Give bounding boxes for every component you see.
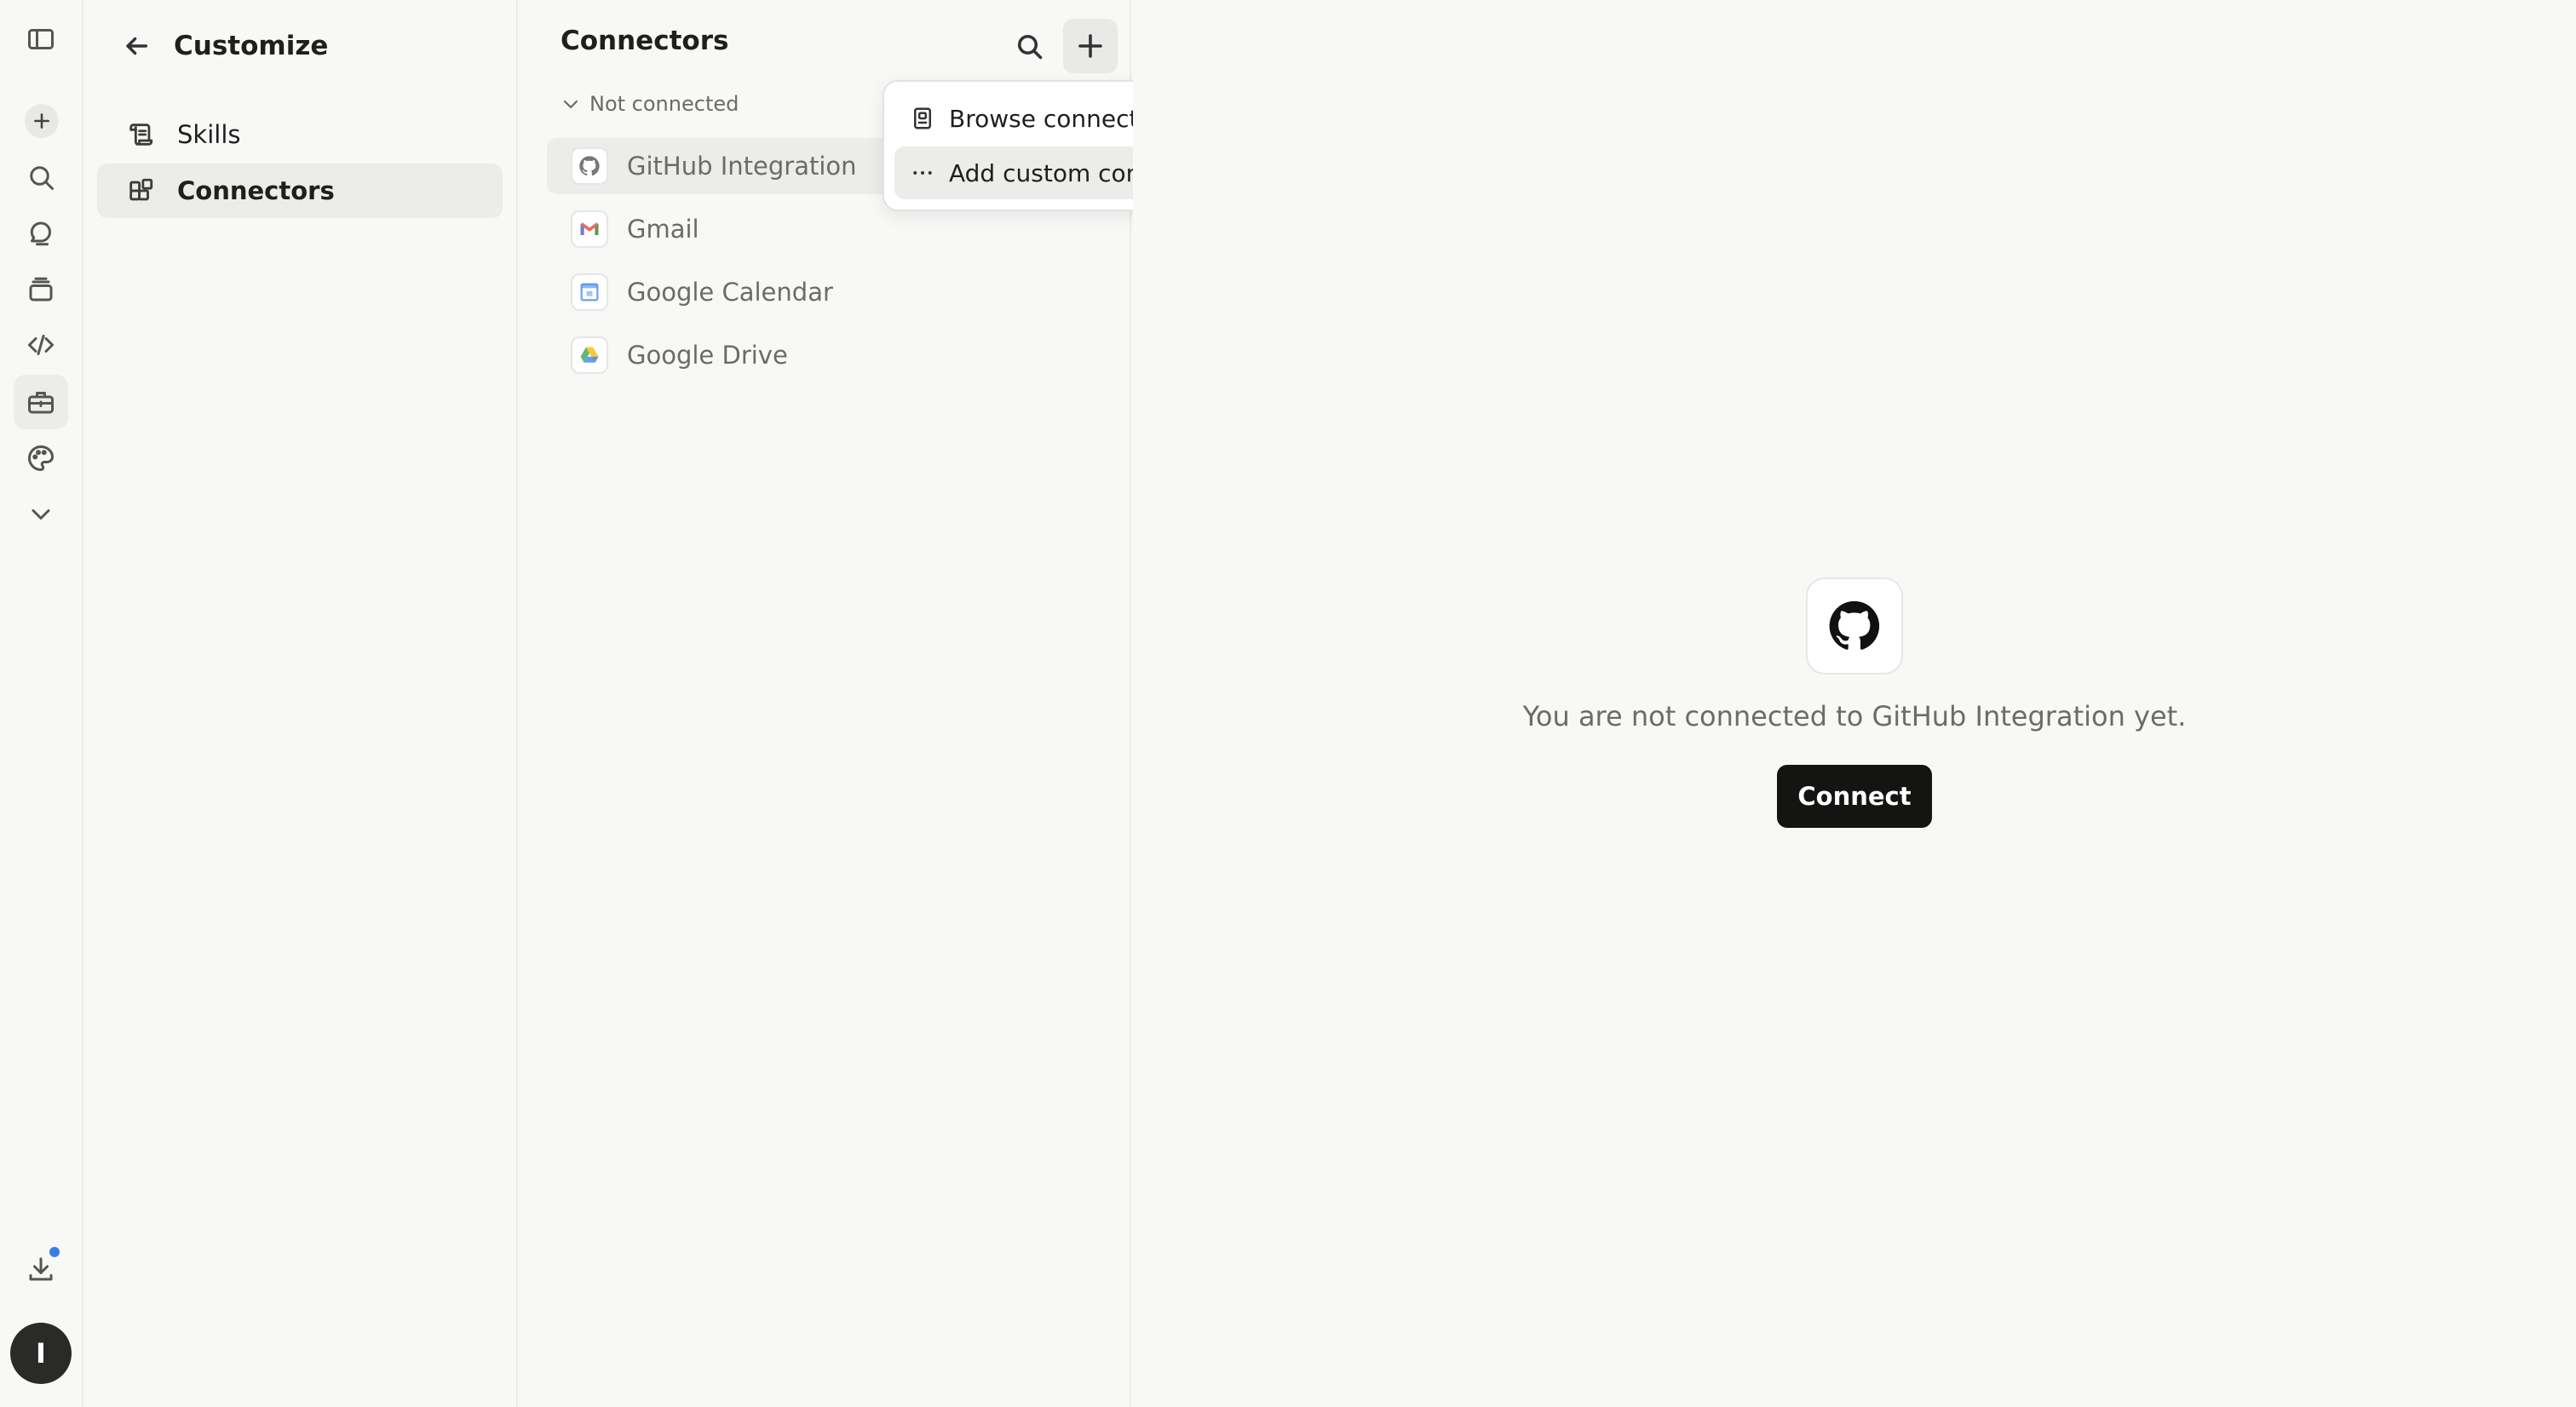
notification-dot <box>48 1245 61 1259</box>
projects-icon <box>29 277 53 302</box>
new-chat-icon <box>34 113 49 129</box>
app-window: I Customize Skills Connectors Connectors <box>0 0 2576 1407</box>
connector-logo <box>571 336 608 374</box>
page-title: Customize <box>174 31 329 61</box>
connector-detail: You are not connected to GitHub Integrat… <box>1133 0 2576 1407</box>
connector-logo <box>571 147 608 185</box>
connectors-title: Connectors <box>561 26 729 56</box>
left-rail: I <box>0 0 83 1407</box>
plus-icon <box>1078 34 1102 58</box>
customize-panel: Customize Skills Connectors <box>83 0 518 1407</box>
search-icon <box>1017 34 1043 60</box>
github-icon <box>1829 600 1880 650</box>
appearance-button[interactable] <box>14 431 68 485</box>
sidebar-toggle-icon <box>28 29 54 49</box>
connect-button[interactable]: Connect <box>1777 765 1932 828</box>
chats-icon <box>30 221 51 246</box>
connectors-icon <box>129 178 153 201</box>
google-drive-icon <box>580 347 599 363</box>
connector-logo <box>571 273 608 311</box>
connector-logo <box>571 210 608 248</box>
connector-label: Gmail <box>627 215 699 244</box>
code-icon <box>28 335 54 355</box>
chats-button[interactable] <box>14 206 68 261</box>
empty-state-message: You are not connected to GitHub Integrat… <box>1522 700 2187 732</box>
browse-icon <box>914 107 931 129</box>
nav-item-connectors[interactable]: Connectors <box>97 164 503 218</box>
connector-label: Google Calendar <box>627 278 833 307</box>
connector-item-google-drive[interactable]: Google Drive <box>547 327 1102 383</box>
back-button[interactable] <box>118 27 155 65</box>
chevron-down-icon <box>563 100 578 109</box>
connector-label: GitHub Integration <box>627 152 857 181</box>
avatar-initial: I <box>36 1337 46 1370</box>
search-connectors-button[interactable] <box>1002 19 1056 73</box>
arrow-left-icon <box>126 37 148 55</box>
nav-item-label: Skills <box>177 120 241 149</box>
toolbox-icon <box>28 392 54 414</box>
nav-item-skills[interactable]: Skills <box>97 107 503 162</box>
new-chat-button[interactable] <box>25 104 59 138</box>
code-button[interactable] <box>14 318 68 372</box>
connector-item-google-calendar[interactable]: Google Calendar <box>547 264 1102 320</box>
scroll-icon <box>129 123 153 146</box>
nav-item-label: Connectors <box>177 176 335 205</box>
customize-button[interactable] <box>14 375 68 429</box>
google-calendar-icon <box>580 283 599 302</box>
projects-button[interactable] <box>14 262 68 317</box>
more-button[interactable] <box>14 487 68 542</box>
connector-label: Google Drive <box>627 341 788 370</box>
avatar[interactable]: I <box>10 1323 72 1384</box>
gmail-icon <box>580 222 599 235</box>
sidebar-toggle-button[interactable] <box>14 12 68 66</box>
add-connector-button[interactable] <box>1063 19 1118 73</box>
connector-logo-card <box>1806 577 1903 675</box>
palette-icon <box>28 445 54 471</box>
search-icon <box>30 166 54 190</box>
search-button[interactable] <box>14 150 68 204</box>
section-label: Not connected <box>589 92 739 116</box>
more-icon <box>913 171 932 175</box>
customize-header: Customize <box>83 15 516 77</box>
chevron-down-icon <box>32 509 50 520</box>
section-toggle-not-connected[interactable]: Not connected <box>561 92 739 116</box>
github-icon <box>579 156 600 176</box>
